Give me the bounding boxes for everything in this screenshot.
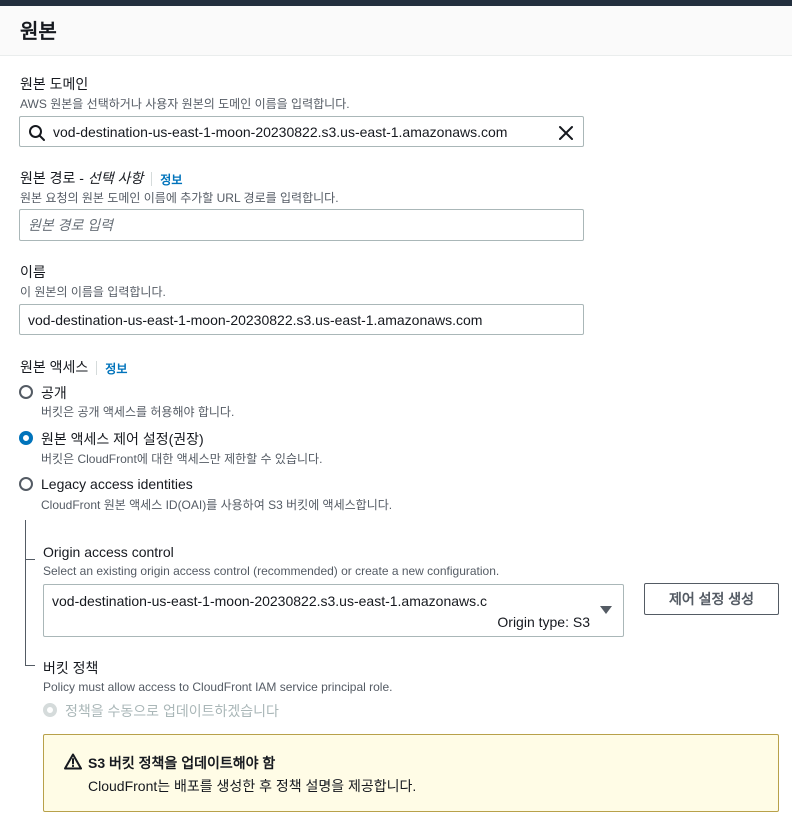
radio-legacy-oai-description: CloudFront 원본 액세스 ID(OAI)를 사용하여 S3 버킷에 액… [41,498,393,512]
search-icon [29,125,45,141]
warning-alert: S3 버킷 정책을 업데이트해야 함 CloudFront는 배포를 생성한 후… [43,734,779,812]
origin-access-control-label: Origin access control [43,544,174,560]
warning-icon [64,753,82,770]
section-title: 원본 [20,21,57,43]
info-separator [151,172,153,187]
origin-access-info-link[interactable]: 정보 [105,362,127,376]
radio-origin-access-control[interactable] [19,431,33,445]
origin-access-label: 원본 액세스 정보 [20,357,127,377]
name-description: 이 원본의 이름을 입력합니다. [20,285,166,299]
tree-connector [25,520,26,665]
bucket-policy-description: Policy must allow access to CloudFront I… [43,680,393,694]
radio-public-label[interactable]: 공개 [41,383,67,403]
origin-domain-value: vod-destination-us-east-1-moon-20230822.… [53,123,508,140]
radio-legacy-oai-label[interactable]: Legacy access identities [41,476,193,492]
radio-origin-access-control-label[interactable]: 원본 액세스 제어 설정(권장) [41,429,204,449]
origin-access-control-description: Select an existing origin access control… [43,564,500,578]
origin-path-info-link[interactable]: 정보 [160,173,182,187]
origin-domain-input[interactable]: vod-destination-us-east-1-moon-20230822.… [19,116,584,147]
origin-path-placeholder: 원본 경로 입력 [28,217,114,233]
origin-path-description: 원본 요청의 원본 도메인 이름에 추가할 URL 경로를 입력합니다. [20,191,339,205]
create-control-setting-button[interactable]: 제어 설정 생성 [644,583,779,615]
alert-title: S3 버킷 정책을 업데이트해야 함 [88,755,276,771]
radio-manual-update-policy-label: 정책을 수동으로 업데이트하겠습니다 [65,703,279,719]
origin-access-label-text: 원본 액세스 [20,359,89,375]
bucket-policy-label: 버킷 정책 [43,660,99,676]
name-label: 이름 [20,264,46,280]
origin-access-control-selected: vod-destination-us-east-1-moon-20230822.… [52,593,488,609]
radio-manual-update-policy [43,703,57,717]
caret-down-icon [600,606,612,614]
name-value: vod-destination-us-east-1-moon-20230822.… [28,311,483,328]
tree-connector-branch [25,665,35,666]
origin-path-optional: 선택 사항 [87,170,144,186]
origin-path-input[interactable]: 원본 경로 입력 [19,209,584,241]
alert-body: CloudFront는 배포를 생성한 후 정책 설명을 제공합니다. [88,778,417,794]
radio-public[interactable] [19,385,33,399]
origin-type: Origin type: S3 [497,614,590,630]
clear-icon[interactable] [557,124,575,142]
radio-origin-access-control-description: 버킷은 CloudFront에 대한 액세스만 제한할 수 있습니다. [41,452,323,466]
tree-connector-branch [25,559,35,560]
section-header: 원본 [0,6,792,56]
origin-path-label-text: 원본 경로 - [20,170,88,186]
origin-domain-label: 원본 도메인 [20,76,89,92]
origin-path-label: 원본 경로 - 선택 사항 정보 [20,168,182,188]
info-separator [96,361,98,376]
radio-legacy-oai[interactable] [19,477,33,491]
radio-public-description: 버킷은 공개 액세스를 허용해야 합니다. [41,405,235,419]
name-input[interactable]: vod-destination-us-east-1-moon-20230822.… [19,304,584,335]
origin-domain-description: AWS 원본을 선택하거나 사용자 원본의 도메인 이름을 입력합니다. [20,97,350,111]
origin-access-control-select[interactable]: vod-destination-us-east-1-moon-20230822.… [43,584,624,637]
